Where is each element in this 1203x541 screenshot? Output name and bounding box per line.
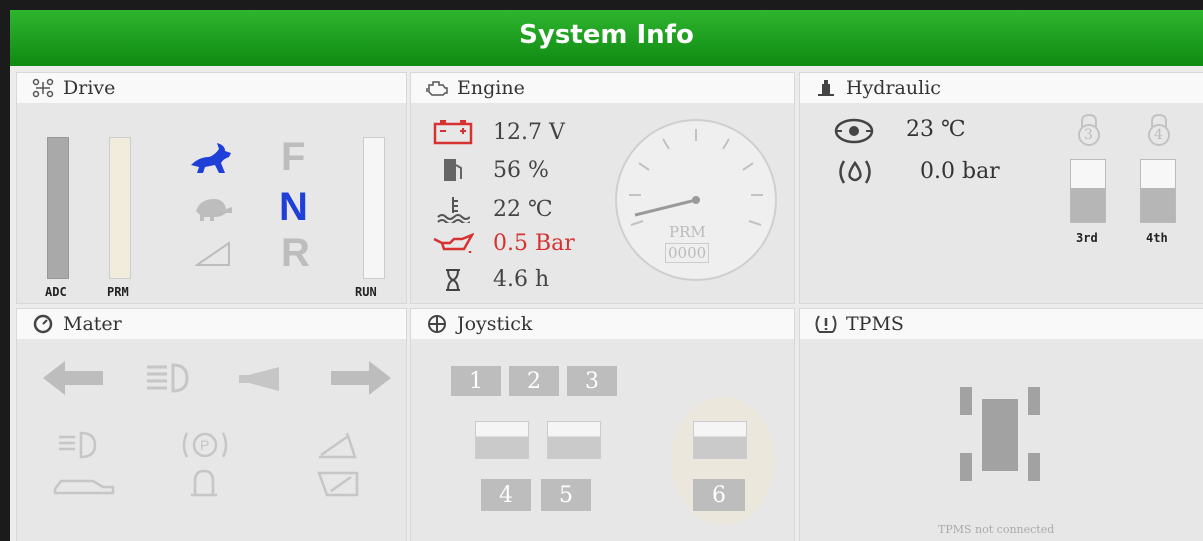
voltage-row: 12.7 V (431, 119, 565, 145)
title-bar: System Info (10, 10, 1203, 66)
prm-bar (109, 137, 131, 279)
joystick-slot-right (547, 421, 601, 459)
lock-4-number: 4 (1154, 127, 1163, 143)
fuel-row: 56 % (431, 157, 549, 183)
wiper-icon (317, 427, 357, 465)
oil-row: 0.5 Bar (431, 231, 575, 256)
high-beam-icon (145, 361, 195, 399)
engine-icon (425, 76, 449, 100)
incline-icon (193, 241, 231, 271)
hydraulic-temp-icon (834, 117, 874, 149)
horn-icon (239, 367, 291, 395)
car-door-icon (53, 473, 115, 501)
joystick-button-3[interactable]: 3 (567, 366, 617, 396)
battery-icon (431, 119, 475, 145)
tire-pressure-warning-icon (814, 312, 838, 336)
drive-panel[interactable]: Drive ADC PRM RUN F N R (16, 72, 407, 304)
tpms-panel[interactable]: TPMS TPMS not connected (799, 308, 1203, 541)
slot-4th-label: 4th (1146, 231, 1168, 245)
coolant-temp-icon (431, 195, 475, 223)
joystick-button-1[interactable]: 1 (451, 366, 501, 396)
joystick-button-2[interactable]: 2 (509, 366, 559, 396)
low-beam-icon (57, 431, 101, 463)
joystick-button-4[interactable]: 4 (481, 479, 531, 511)
lock-3-number: 3 (1084, 127, 1093, 143)
joystick-button-6[interactable]: 6 (693, 479, 745, 511)
oil-pressure-value: 0.5 Bar (493, 231, 575, 256)
drive-header: Drive (17, 73, 406, 103)
meter-title: Mater (63, 313, 122, 335)
voltage-value: 12.7 V (493, 119, 565, 145)
rear-wiper-icon (317, 469, 361, 503)
gauge-label: PRM (669, 223, 706, 241)
gauge-value: 0000 (665, 243, 710, 263)
joystick-slot-left (475, 421, 529, 459)
adc-bar (47, 137, 69, 279)
hydraulic-title: Hydraulic (846, 77, 941, 99)
vehicle-chassis-icon (960, 387, 1040, 487)
hourglass-icon (431, 268, 475, 292)
fuel-icon (431, 157, 475, 183)
speedometer-icon (31, 312, 55, 336)
hydraulic-pressure-value: 0.0 bar (920, 159, 1000, 184)
fuel-value: 56 % (493, 157, 549, 183)
parking-brake-icon: P (179, 429, 231, 465)
hours-value: 4.6 h (493, 267, 550, 292)
hydraulic-panel[interactable]: Hydraulic 23 ℃ 0.0 bar 3 4 3rd 4th (799, 72, 1203, 304)
drivetrain-icon (31, 76, 55, 100)
slot-3rd[interactable] (1070, 159, 1106, 223)
engine-panel[interactable]: Engine 12.7 V 56 % 22 ℃ 0.5 Bar 4.6 h PR… (410, 72, 795, 304)
left-turn-icon (43, 361, 105, 399)
meter-panel[interactable]: Mater P (16, 308, 407, 541)
slot-3rd-label: 3rd (1076, 231, 1098, 245)
hours-row: 4.6 h (431, 267, 549, 292)
tpms-status-text: TPMS not connected (938, 523, 1055, 536)
gear-reverse[interactable]: R (281, 231, 310, 276)
joystick-button-5[interactable]: 5 (541, 479, 591, 511)
joystick-header: Joystick (411, 309, 794, 339)
slot-4th[interactable] (1140, 159, 1176, 223)
joystick-slot-stick (693, 421, 747, 459)
hydraulic-header: Hydraulic (800, 73, 1203, 103)
tpms-title: TPMS (846, 313, 904, 335)
gear-neutral[interactable]: N (279, 185, 308, 230)
beacon-icon (189, 467, 219, 503)
drive-title: Drive (63, 77, 116, 99)
turtle-slow-icon (192, 197, 232, 225)
joystick-title: Joystick (457, 313, 533, 335)
joystick-panel[interactable]: Joystick 1 2 3 4 5 6 (410, 308, 795, 541)
prm-label: PRM (107, 285, 129, 299)
screen: System Info Drive ADC PRM RUN F N R Engi… (10, 10, 1203, 541)
run-bar (363, 137, 385, 279)
engine-header: Engine (411, 73, 794, 103)
tpms-header: TPMS (800, 309, 1203, 339)
hydraulic-temp-value: 23 ℃ (906, 117, 966, 142)
svg-text:P: P (200, 437, 209, 453)
run-label: RUN (355, 285, 377, 299)
hydraulic-pressure-icon (836, 157, 874, 191)
gear-forward[interactable]: F (281, 135, 305, 180)
engine-title: Engine (457, 77, 525, 99)
page-title: System Info (519, 20, 694, 50)
joystick-icon (425, 312, 449, 336)
adc-label: ADC (45, 285, 67, 299)
hydraulic-pump-icon (814, 76, 838, 100)
meter-header: Mater (17, 309, 406, 339)
oil-pressure-icon (431, 232, 475, 255)
rabbit-fast-icon (189, 143, 235, 179)
coolant-row: 22 ℃ (431, 195, 553, 223)
right-turn-icon (329, 361, 391, 399)
coolant-temp-value: 22 ℃ (493, 196, 553, 222)
